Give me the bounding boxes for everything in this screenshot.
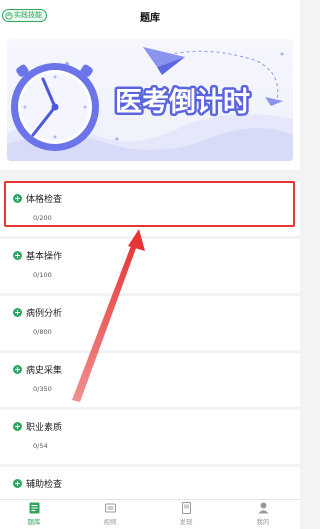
discover-icon: [181, 502, 191, 514]
tab-question-bank[interactable]: 题库: [14, 502, 54, 526]
tab-video[interactable]: 视频: [90, 502, 130, 526]
tab-profile[interactable]: 我的: [243, 502, 283, 526]
profile-icon: [258, 502, 268, 514]
tab-label: 我的: [256, 518, 270, 526]
tab-label: 题库: [27, 518, 41, 526]
question-bank-icon: [29, 502, 39, 514]
tab-label: 视频: [103, 518, 117, 526]
video-icon: [104, 503, 116, 513]
annotation-arrow: [72, 229, 145, 402]
tab-label: 发现: [179, 518, 193, 526]
tab-discover[interactable]: 发现: [166, 502, 206, 526]
bottom-tab-bar: 题库 视频 发现 我的: [0, 499, 300, 529]
